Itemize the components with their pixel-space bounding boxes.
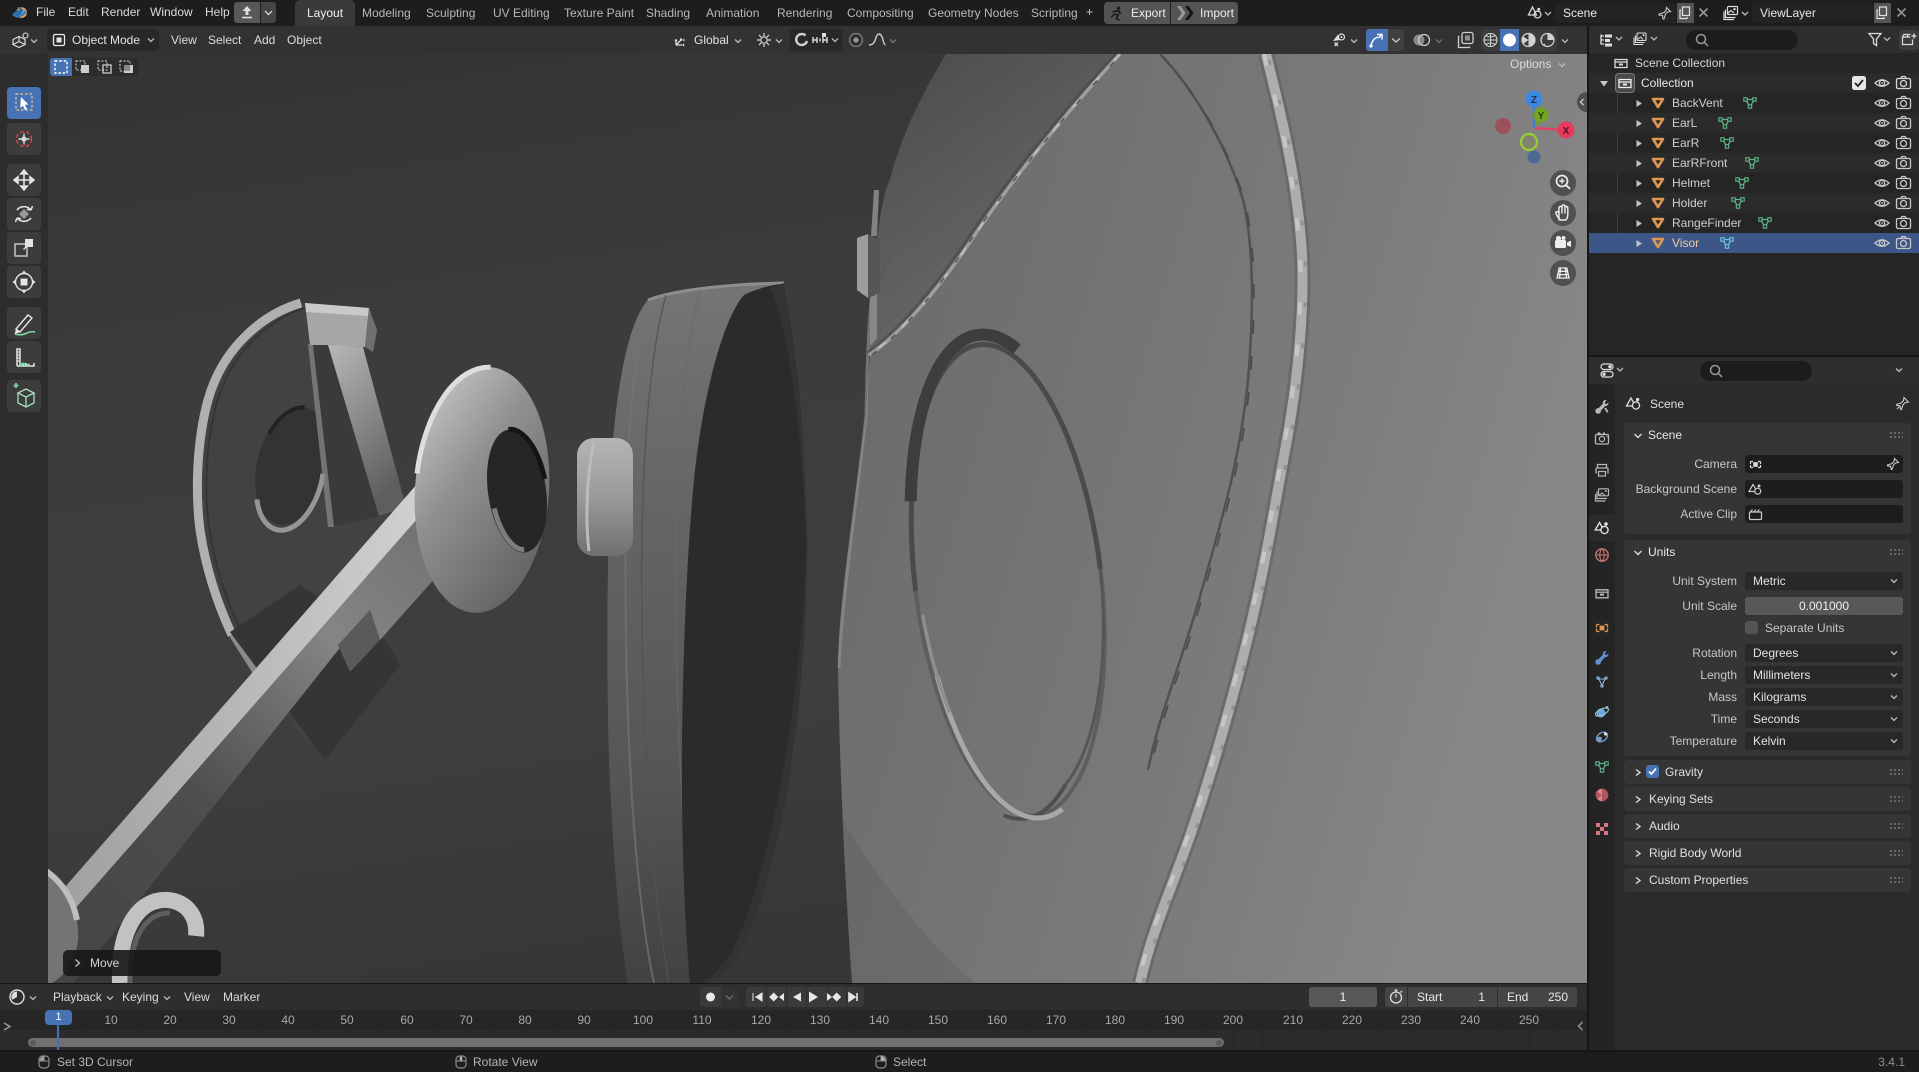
svg-text:Y: Y [1538, 111, 1545, 122]
svg-text:X: X [1563, 126, 1570, 137]
svg-text:Z: Z [1531, 95, 1537, 106]
